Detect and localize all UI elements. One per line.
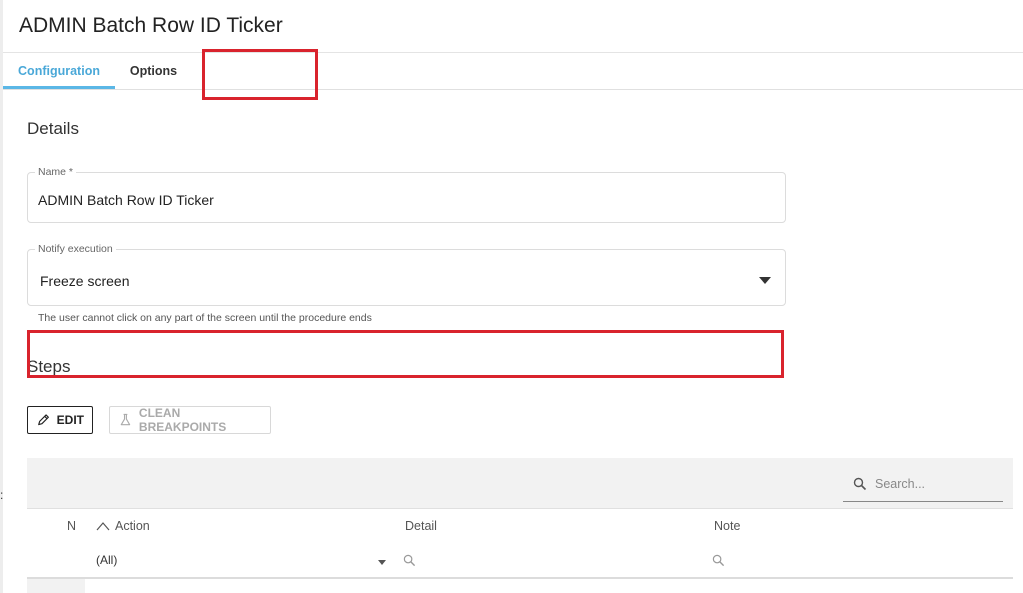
column-header-n[interactable]: N	[67, 519, 76, 533]
name-field-label: Name *	[35, 166, 77, 178]
chevron-down-icon[interactable]	[759, 277, 771, 284]
notify-execution-hint: The user cannot click on any part of the…	[38, 312, 372, 324]
name-field-value: ADMIN Batch Row ID Ticker	[38, 192, 214, 208]
search-icon[interactable]	[712, 554, 725, 567]
clean-breakpoints-button[interactable]: CLEAN BREAKPOINTS	[109, 406, 271, 434]
header: ADMIN Batch Row ID Ticker	[3, 0, 1023, 53]
notify-execution-label: Notify execution	[35, 243, 116, 255]
search-input[interactable]: Search...	[843, 471, 1003, 502]
details-title: Details	[27, 119, 79, 138]
sort-up-icon[interactable]	[96, 521, 110, 531]
left-edge-mark: :	[0, 488, 4, 502]
flask-icon	[120, 413, 131, 426]
tab-bar: Configuration Options	[3, 53, 1023, 90]
column-header-detail[interactable]: Detail	[405, 519, 437, 533]
search-placeholder: Search...	[875, 477, 926, 491]
column-header-action[interactable]: Action	[115, 519, 150, 533]
search-icon[interactable]	[403, 554, 416, 567]
notify-execution-select[interactable]: Notify execution Freeze screen	[27, 243, 786, 306]
clean-breakpoints-label: CLEAN BREAKPOINTS	[138, 406, 227, 434]
highlight-box-tabs	[202, 49, 318, 100]
name-field[interactable]: Name * ADMIN Batch Row ID Ticker	[27, 166, 786, 223]
highlight-box-steps	[27, 330, 784, 378]
tab-configuration[interactable]: Configuration	[3, 53, 115, 89]
pencil-icon	[38, 414, 49, 426]
page-title: ADMIN Batch Row ID Ticker	[19, 14, 283, 37]
grid-header-row: N Action Detail Note	[27, 508, 1013, 545]
search-icon	[853, 477, 867, 491]
action-filter-select[interactable]: (All)	[96, 553, 117, 567]
chevron-down-icon[interactable]	[378, 560, 386, 565]
notify-execution-value: Freeze screen	[40, 273, 130, 289]
edit-button-label: EDIT	[56, 413, 84, 427]
grid-body	[85, 579, 1013, 593]
tab-options[interactable]: Options	[115, 53, 192, 89]
column-header-note[interactable]: Note	[714, 519, 740, 533]
grid-filter-row: (All)	[27, 544, 1013, 579]
edit-button[interactable]: EDIT	[27, 406, 93, 434]
